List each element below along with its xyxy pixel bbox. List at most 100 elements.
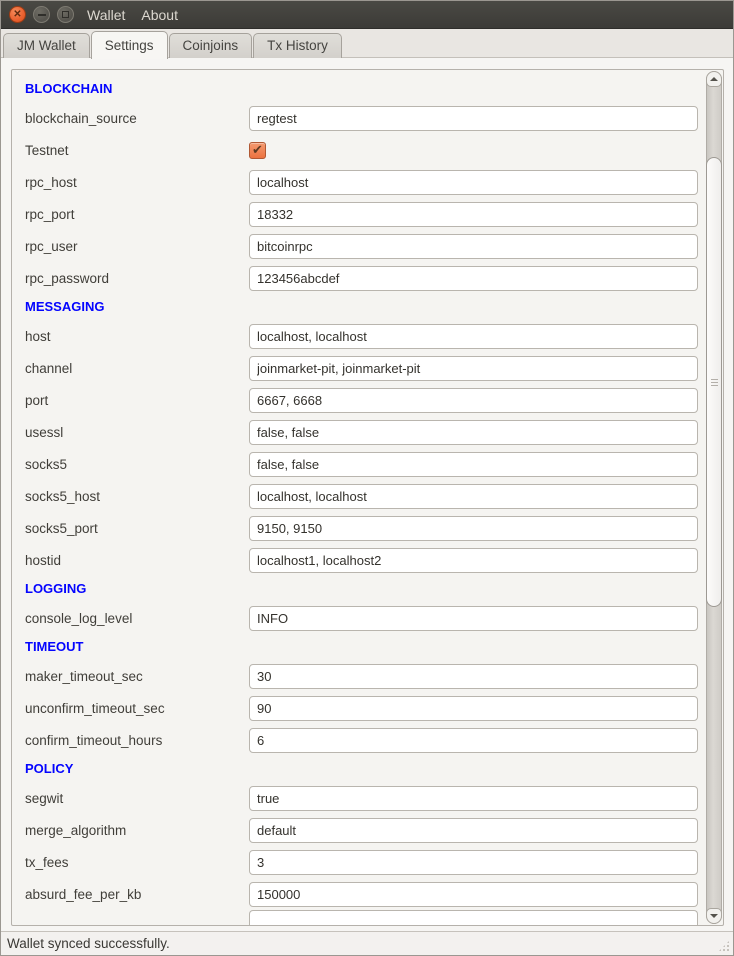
settings-row-rpc-port: rpc_port xyxy=(12,198,723,230)
hostid-input[interactable] xyxy=(249,548,698,573)
field-label-segwit: segwit xyxy=(25,791,249,806)
field-label-absurd-fee-per-kb: absurd_fee_per_kb xyxy=(25,887,249,902)
resize-grip-icon[interactable] xyxy=(718,940,730,952)
field-label-merge-algorithm: merge_algorithm xyxy=(25,823,249,838)
settings-row-socks5: socks5 xyxy=(12,448,723,480)
settings-row-socks5-port: socks5_port xyxy=(12,512,723,544)
minimize-icon xyxy=(38,14,46,16)
settings-scroll-area: BLOCKCHAIN blockchain_source Testnet✔ rpc_h… xyxy=(11,69,724,926)
field-label-confirm-timeout-hours: confirm_timeout_hours xyxy=(25,733,249,748)
section-header-blockchain: BLOCKCHAIN xyxy=(12,76,723,102)
field-label-unconfirm-timeout-sec: unconfirm_timeout_sec xyxy=(25,701,249,716)
field-label-rpc-port: rpc_port xyxy=(25,207,249,222)
minimize-button[interactable] xyxy=(33,6,50,23)
settings-row-absurd-fee-per-kb: absurd_fee_per_kb xyxy=(12,878,723,910)
rpc-password-input[interactable] xyxy=(249,266,698,291)
segwit-input[interactable] xyxy=(249,786,698,811)
rpc-user-input[interactable] xyxy=(249,234,698,259)
field-label-rpc-host: rpc_host xyxy=(25,175,249,190)
field-label-port: port xyxy=(25,393,249,408)
socks5-host-input[interactable] xyxy=(249,484,698,509)
settings-row-unconfirm-timeout-sec: unconfirm_timeout_sec xyxy=(12,692,723,724)
settings-row-console-log-level: console_log_level xyxy=(12,602,723,634)
status-message: Wallet synced successfully. xyxy=(7,936,170,951)
grip-icon xyxy=(711,379,718,386)
confirm-timeout-hours-input[interactable] xyxy=(249,728,698,753)
console-log-level-input[interactable] xyxy=(249,606,698,631)
settings-pane: BLOCKCHAIN blockchain_source Testnet✔ rpc_h… xyxy=(1,58,733,931)
tab-jm-wallet[interactable]: JM Wallet xyxy=(3,33,90,58)
settings-row-blockchain-source: blockchain_source xyxy=(12,102,723,134)
tabbar: JM WalletSettingsCoinjoinsTx History xyxy=(1,29,733,58)
absurd-fee-per-kb-input[interactable] xyxy=(249,882,698,907)
maximize-icon xyxy=(62,11,69,18)
section-header-timeout: TIMEOUT xyxy=(12,634,723,660)
vertical-scrollbar[interactable] xyxy=(706,71,722,924)
menu-about[interactable]: About xyxy=(141,7,178,23)
rpc-host-input[interactable] xyxy=(249,170,698,195)
settings-row-testnet: Testnet✔ xyxy=(12,134,723,166)
port-input[interactable] xyxy=(249,388,698,413)
window-controls: ✕ xyxy=(1,6,74,23)
up-arrow-icon xyxy=(710,77,718,81)
section-header-policy: POLICY xyxy=(12,756,723,782)
wallet-window: ✕ Wallet About JM WalletSettingsCoinjoins… xyxy=(0,0,734,956)
settings-row-host: host xyxy=(12,320,723,352)
settings-row-tx-fees: tx_fees xyxy=(12,846,723,878)
merge-algorithm-input[interactable] xyxy=(249,818,698,843)
settings-row-rpc-user: rpc_user xyxy=(12,230,723,262)
field-label-socks5-host: socks5_host xyxy=(25,489,249,504)
usessl-input[interactable] xyxy=(249,420,698,445)
tab-settings[interactable]: Settings xyxy=(91,31,168,59)
tab-tx-history[interactable]: Tx History xyxy=(253,33,342,58)
statusbar: Wallet synced successfully. xyxy=(1,931,733,955)
testnet-checkbox[interactable]: ✔ xyxy=(249,142,266,159)
channel-input[interactable] xyxy=(249,356,698,381)
settings-content: BLOCKCHAIN blockchain_source Testnet✔ rpc_h… xyxy=(12,70,723,910)
partial-input[interactable] xyxy=(249,910,698,926)
close-icon: ✕ xyxy=(13,10,21,20)
maximize-button[interactable] xyxy=(57,6,74,23)
checkmark-icon: ✔ xyxy=(252,143,263,156)
close-button[interactable]: ✕ xyxy=(9,6,26,23)
field-label-blockchain-source: blockchain_source xyxy=(25,111,249,126)
settings-row-maker-timeout-sec: maker_timeout_sec xyxy=(12,660,723,692)
field-label-socks5-port: socks5_port xyxy=(25,521,249,536)
settings-row-channel: channel xyxy=(12,352,723,384)
settings-row-rpc-password: rpc_password xyxy=(12,262,723,294)
settings-row-socks5-host: socks5_host xyxy=(12,480,723,512)
settings-row-hostid: hostid xyxy=(12,544,723,576)
settings-row-merge-algorithm: merge_algorithm xyxy=(12,814,723,846)
field-label-tx-fees: tx_fees xyxy=(25,855,249,870)
field-label-rpc-user: rpc_user xyxy=(25,239,249,254)
host-input[interactable] xyxy=(249,324,698,349)
scroll-down-button[interactable] xyxy=(706,908,722,924)
field-label-hostid: hostid xyxy=(25,553,249,568)
blockchain-source-input[interactable] xyxy=(249,106,698,131)
tx-fees-input[interactable] xyxy=(249,850,698,875)
unconfirm-timeout-sec-input[interactable] xyxy=(249,696,698,721)
section-header-messaging: MESSAGING xyxy=(12,294,723,320)
scroll-up-button[interactable] xyxy=(706,71,722,87)
field-label-testnet: Testnet xyxy=(25,143,249,158)
field-label-console-log-level: console_log_level xyxy=(25,611,249,626)
rpc-port-input[interactable] xyxy=(249,202,698,227)
field-label-socks5: socks5 xyxy=(25,457,249,472)
settings-row-rpc-host: rpc_host xyxy=(12,166,723,198)
down-arrow-icon xyxy=(710,914,718,918)
maker-timeout-sec-input[interactable] xyxy=(249,664,698,689)
socks5-port-input[interactable] xyxy=(249,516,698,541)
section-header-logging: LOGGING xyxy=(12,576,723,602)
field-label-usessl: usessl xyxy=(25,425,249,440)
titlebar: ✕ Wallet About xyxy=(1,1,733,29)
scrollbar-thumb[interactable] xyxy=(706,157,722,607)
field-label-maker-timeout-sec: maker_timeout_sec xyxy=(25,669,249,684)
settings-row-port: port xyxy=(12,384,723,416)
settings-row-confirm-timeout-hours: confirm_timeout_hours xyxy=(12,724,723,756)
socks5-input[interactable] xyxy=(249,452,698,477)
settings-row-usessl: usessl xyxy=(12,416,723,448)
tab-coinjoins[interactable]: Coinjoins xyxy=(169,33,253,58)
field-label-channel: channel xyxy=(25,361,249,376)
menu-wallet[interactable]: Wallet xyxy=(87,7,125,23)
settings-row-segwit: segwit xyxy=(12,782,723,814)
